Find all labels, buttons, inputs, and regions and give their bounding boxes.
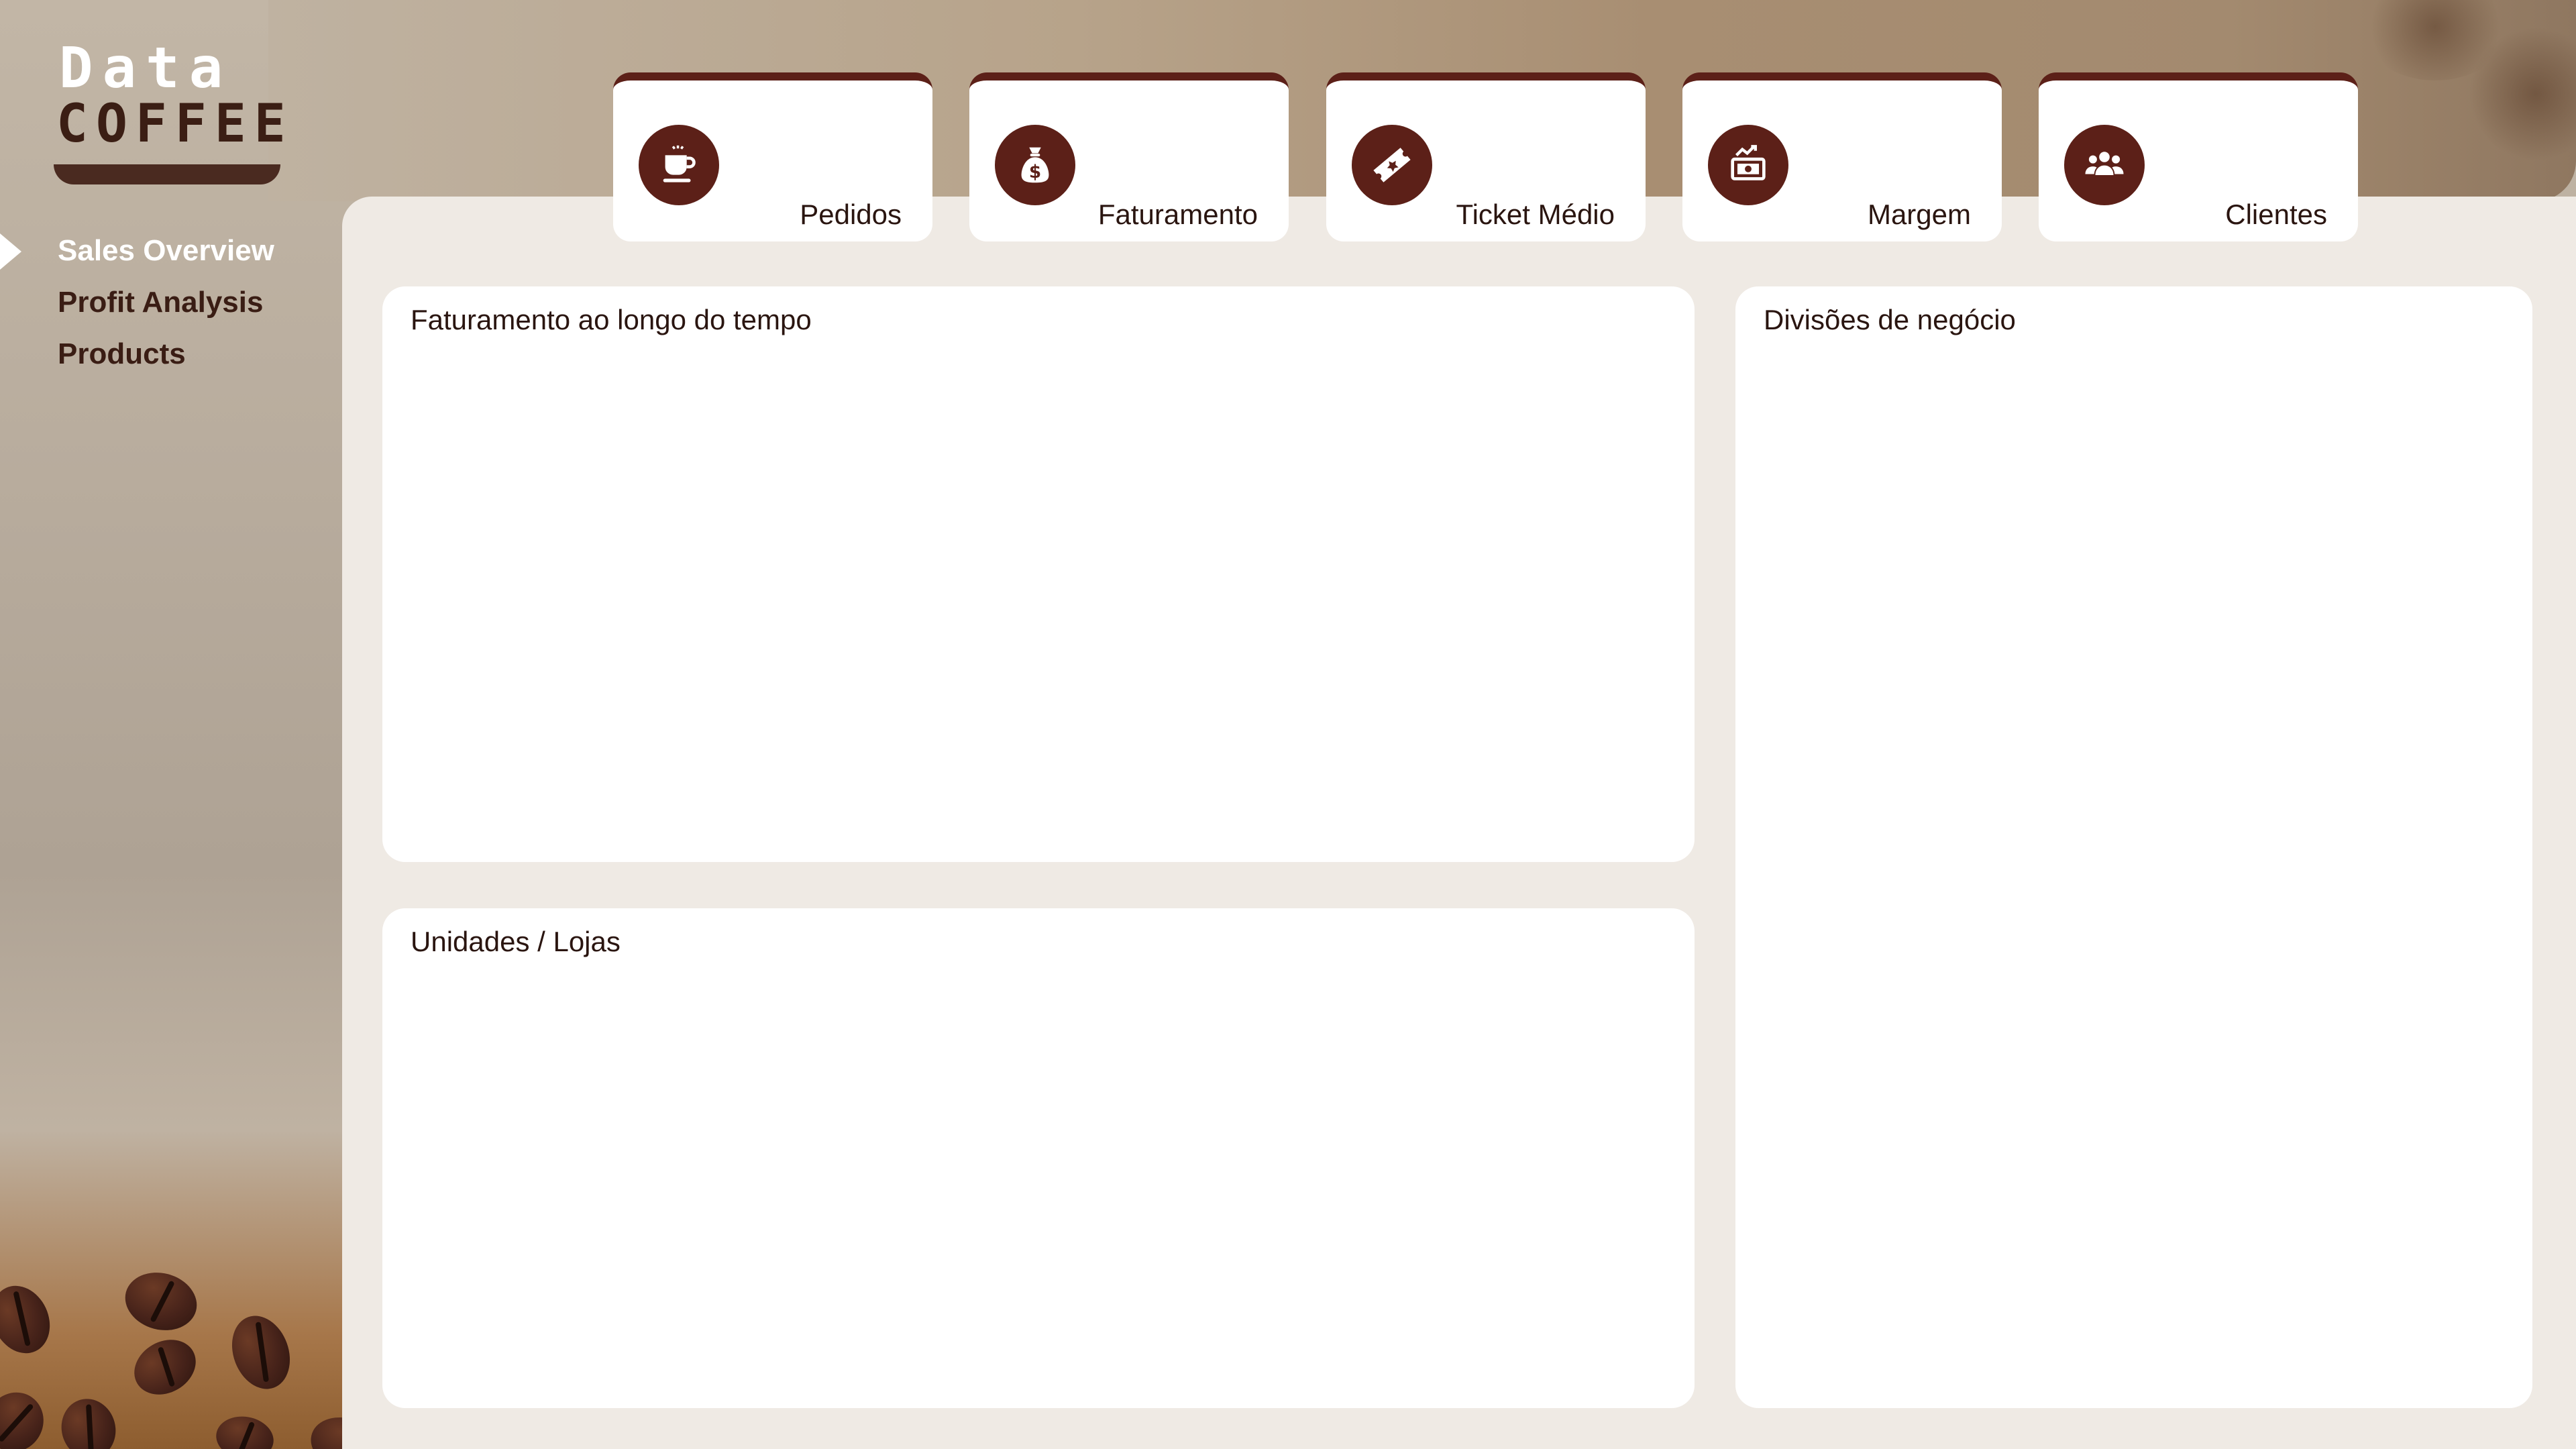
kpi-label: Ticket Médio bbox=[1456, 199, 1615, 230]
kpi-card-faturamento[interactable]: $ Faturamento bbox=[969, 72, 1289, 241]
panel-title: Unidades / Lojas bbox=[411, 926, 621, 957]
coffee-bean-icon bbox=[118, 1265, 204, 1338]
kpi-label: Pedidos bbox=[800, 199, 902, 230]
kpi-card-clientes[interactable]: Clientes bbox=[2039, 72, 2358, 241]
coffee-bean-icon bbox=[124, 1329, 206, 1405]
kpi-label: Clientes bbox=[2225, 199, 2327, 230]
coffee-bean-icon bbox=[222, 1307, 300, 1397]
dashboard-root: Data COFFEE Sales Overview Profit Analys… bbox=[0, 0, 2576, 1449]
users-icon bbox=[2064, 125, 2145, 205]
coffee-bean-icon bbox=[213, 1412, 277, 1449]
logo-underline bbox=[54, 164, 280, 184]
cash-growth-icon bbox=[1708, 125, 1788, 205]
nav-item-sales-overview[interactable]: Sales Overview bbox=[58, 231, 274, 283]
panel-title: Faturamento ao longo do tempo bbox=[411, 304, 812, 335]
logo-text-coffee: COFFEE bbox=[56, 94, 294, 154]
nav-item-profit-analysis[interactable]: Profit Analysis bbox=[58, 283, 274, 335]
panel-title: Divisões de negócio bbox=[1764, 304, 2016, 335]
coffee-bean-icon bbox=[0, 1382, 54, 1449]
sidebar-nav: Sales Overview Profit Analysis Products bbox=[58, 231, 274, 386]
money-bag-icon: $ bbox=[995, 125, 1075, 205]
panel-business-divisions: Divisões de negócio bbox=[1735, 286, 2532, 1408]
svg-text:$: $ bbox=[1029, 162, 1041, 182]
panel-stores: Unidades / Lojas bbox=[382, 908, 1695, 1408]
kpi-card-ticket-medio[interactable]: Ticket Médio bbox=[1326, 72, 1646, 241]
kpi-card-pedidos[interactable]: Pedidos bbox=[613, 72, 932, 241]
logo-text-data: Data bbox=[59, 35, 233, 101]
nav-item-products[interactable]: Products bbox=[58, 335, 274, 386]
coffee-bean-icon bbox=[54, 1393, 123, 1449]
coffee-bean-icon bbox=[0, 1276, 61, 1363]
active-nav-arrow-icon bbox=[0, 233, 21, 270]
kpi-label: Margem bbox=[1867, 199, 1971, 230]
panel-revenue-over-time: Faturamento ao longo do tempo bbox=[382, 286, 1695, 862]
kpi-card-margem[interactable]: Margem bbox=[1682, 72, 2002, 241]
coffee-cup-icon bbox=[639, 125, 719, 205]
kpi-label: Faturamento bbox=[1097, 199, 1258, 230]
ticket-icon bbox=[1352, 125, 1432, 205]
